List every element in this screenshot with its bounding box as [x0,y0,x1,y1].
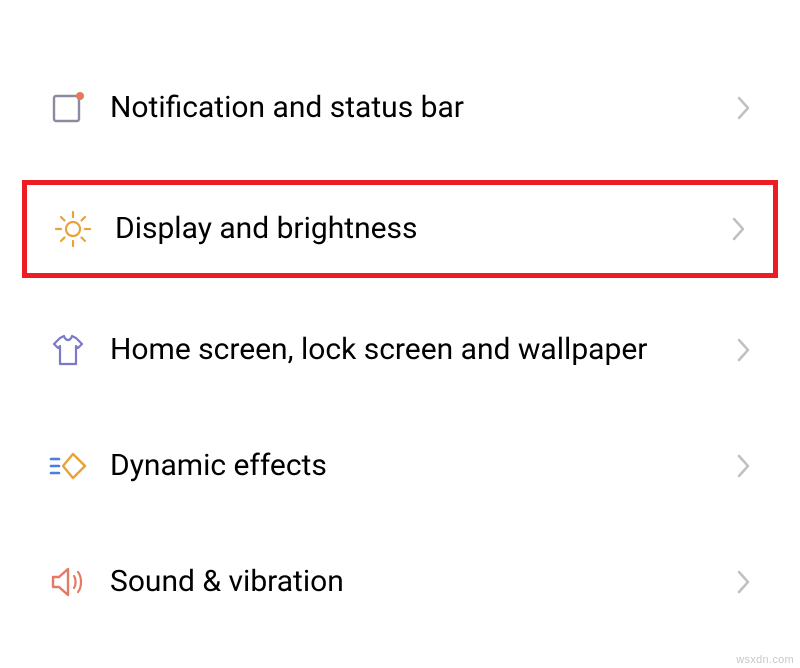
settings-item-dynamic-effects[interactable]: Dynamic effects [0,408,800,524]
dynamic-effects-icon [48,446,88,486]
shirt-icon [48,330,88,370]
brightness-icon [53,209,93,249]
settings-item-sound-vibration[interactable]: Sound & vibration [0,524,800,640]
watermark: wsxdn.com [736,654,794,666]
settings-item-label: Notification and status bar [88,88,736,129]
chevron-right-icon [736,568,752,596]
notification-icon [48,88,88,128]
chevron-right-icon [736,452,752,480]
settings-list: Notification and status bar [0,0,800,640]
settings-item-label: Home screen, lock screen and wallpaper [88,330,736,371]
sound-icon [48,562,88,602]
settings-item-label: Sound & vibration [88,562,736,603]
settings-item-notification-status-bar[interactable]: Notification and status bar [0,50,800,166]
chevron-right-icon [736,94,752,122]
settings-item-home-lock-wallpaper[interactable]: Home screen, lock screen and wallpaper [0,292,800,408]
chevron-right-icon [736,336,752,364]
settings-item-label: Dynamic effects [88,446,736,487]
chevron-right-icon [731,215,747,243]
settings-item-display-brightness[interactable]: Display and brightness [22,180,778,278]
settings-item-label: Display and brightness [93,209,731,250]
